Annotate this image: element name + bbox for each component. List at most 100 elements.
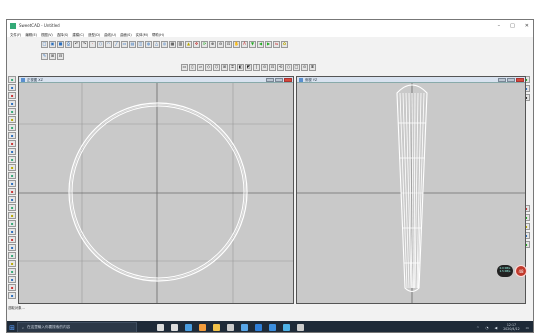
view-fit-icon[interactable]: ⊡	[269, 63, 276, 71]
menu-item[interactable]: 编辑(E)	[25, 32, 37, 37]
snap-icon[interactable]: ✎	[41, 52, 48, 60]
minimize-button[interactable]: –	[498, 23, 501, 29]
view-shade-icon[interactable]: ◧	[237, 63, 244, 71]
layer-icon[interactable]: ▥	[177, 40, 184, 48]
viewport-maximize-button[interactable]	[507, 78, 515, 82]
extend-icon[interactable]: ▪	[8, 148, 16, 155]
taskbar-search[interactable]: ⌕ 在这里输入你要搜索的内容	[17, 322, 137, 332]
firefox-icon[interactable]	[199, 324, 206, 331]
sphere-icon[interactable]: ◍	[145, 40, 152, 48]
line-icon[interactable]: ╱	[113, 40, 120, 48]
start-button[interactable]: ⊞	[7, 323, 17, 333]
box-icon[interactable]: ▤	[129, 40, 136, 48]
menu-item[interactable]: 造型(D)	[88, 32, 100, 37]
close-button[interactable]: ✕	[525, 23, 529, 29]
sweep-icon[interactable]: ▪	[8, 212, 16, 219]
menu-item[interactable]: 视图(V)	[41, 32, 53, 37]
menu-item[interactable]: 文件(F)	[10, 32, 21, 37]
circle-tool-icon[interactable]: ▪	[8, 108, 16, 115]
ortho-icon[interactable]: ⊞	[49, 52, 56, 60]
maximize-button[interactable]: □	[510, 23, 515, 29]
rect-icon[interactable]: ▭	[121, 40, 128, 48]
view-box-icon[interactable]: □	[293, 63, 300, 71]
grid-icon[interactable]: ▦	[169, 40, 176, 48]
menu-item[interactable]: 实体(M)	[136, 32, 148, 37]
down-icon[interactable]: ▼	[249, 40, 256, 48]
curve-icon[interactable]: ▪	[8, 124, 16, 131]
chamfer-icon[interactable]: ▪	[8, 164, 16, 171]
tray-up-icon[interactable]: ^	[476, 326, 479, 330]
side-viewport[interactable]: 侧视 YZ	[296, 76, 526, 304]
poly-icon[interactable]: ▪	[8, 92, 16, 99]
view-side-icon[interactable]: ▯	[189, 63, 196, 71]
revolve-icon[interactable]: ▪	[8, 204, 16, 211]
cad-app-icon[interactable]	[297, 324, 304, 331]
cortana-icon[interactable]	[157, 324, 164, 331]
layer-tool-icon[interactable]: ▪	[8, 292, 16, 299]
zoom-fit-icon[interactable]: ⊡	[225, 40, 232, 48]
mirror-tool-icon[interactable]: ▪	[8, 172, 16, 179]
settings-icon[interactable]	[269, 324, 276, 331]
chrome-icon[interactable]	[185, 324, 192, 331]
view-sep-icon[interactable]: |	[253, 63, 260, 71]
menu-item[interactable]: 曲面(S)	[120, 32, 132, 37]
new-icon[interactable]: □	[41, 40, 48, 48]
redo-icon[interactable]: ↷	[81, 40, 88, 48]
note-icon[interactable]: ▪	[8, 276, 16, 283]
measure-icon[interactable]: ▪	[8, 260, 16, 267]
rotate-icon[interactable]: ⟳	[201, 40, 208, 48]
circle-icon[interactable]: ○	[97, 40, 104, 48]
menu-item[interactable]: 选择(S)	[57, 32, 69, 37]
viewport-close-button[interactable]	[516, 78, 524, 82]
usage-percent-badge[interactable]: 48	[515, 265, 527, 277]
arc-icon[interactable]: ◠	[105, 40, 112, 48]
taskview-icon[interactable]	[171, 324, 178, 331]
menu-item[interactable]: 曲线(U)	[104, 32, 116, 37]
cone-icon[interactable]: △	[153, 40, 160, 48]
text-icon[interactable]: A	[241, 40, 248, 48]
store-icon[interactable]	[227, 324, 234, 331]
network-icon[interactable]: ◔	[485, 326, 488, 330]
front-viewport[interactable]: 正视图 XZ	[18, 76, 294, 304]
viewport-maximize-button[interactable]	[275, 78, 283, 82]
view-grid-icon[interactable]: ⌸	[309, 63, 316, 71]
view-front-icon[interactable]: ▭	[181, 63, 188, 71]
layer2-icon[interactable]: ⊟	[57, 52, 64, 60]
offset-icon[interactable]: ▪	[8, 132, 16, 139]
open-icon[interactable]: ▣	[49, 40, 56, 48]
render-icon[interactable]: ✿	[281, 40, 288, 48]
view-pt-icon[interactable]: ⊙	[301, 63, 308, 71]
edge-icon[interactable]	[255, 324, 262, 331]
view-orbit-icon[interactable]: ⊙	[261, 63, 268, 71]
zoom-out-icon[interactable]: ⊖	[217, 40, 224, 48]
save-icon[interactable]: ■	[57, 40, 64, 48]
menu-item[interactable]: 帮助(H)	[152, 32, 164, 37]
zoom-in-icon[interactable]: ⊕	[209, 40, 216, 48]
view-iso-icon[interactable]: ◇	[205, 63, 212, 71]
mail-icon[interactable]	[241, 324, 248, 331]
dim-icon[interactable]: ▪	[8, 268, 16, 275]
view-hidden-icon[interactable]: ◩	[245, 63, 252, 71]
split-icon[interactable]: ▪	[8, 252, 16, 259]
torus-icon[interactable]: ◎	[161, 40, 168, 48]
loft-icon[interactable]: ▪	[8, 220, 16, 227]
menu-item[interactable]: 建模(C)	[72, 32, 84, 37]
view-top-icon[interactable]: ▱	[197, 63, 204, 71]
cylinder-icon[interactable]: ◫	[137, 40, 144, 48]
undo-icon[interactable]: ↶	[73, 40, 80, 48]
volume-icon[interactable]: ◀	[494, 326, 497, 330]
warn-icon[interactable]: ▲	[185, 40, 192, 48]
project-icon[interactable]: ▪	[8, 188, 16, 195]
viewport-minimize-button[interactable]	[266, 78, 274, 82]
hatch-icon[interactable]: ▪	[8, 284, 16, 291]
explorer-icon[interactable]	[213, 324, 220, 331]
move-icon[interactable]: ✥	[193, 40, 200, 48]
viewport-close-button[interactable]	[284, 78, 292, 82]
print-icon[interactable]: ⎙	[65, 40, 72, 48]
view-wire-icon[interactable]: ⌗	[229, 63, 236, 71]
view-reset-icon[interactable]: ⟲	[277, 63, 284, 71]
right-icon[interactable]: ▶	[265, 40, 272, 48]
view-circle-icon[interactable]: ○	[285, 63, 292, 71]
photos-icon[interactable]	[283, 324, 290, 331]
blend-icon[interactable]: ▪	[8, 228, 16, 235]
